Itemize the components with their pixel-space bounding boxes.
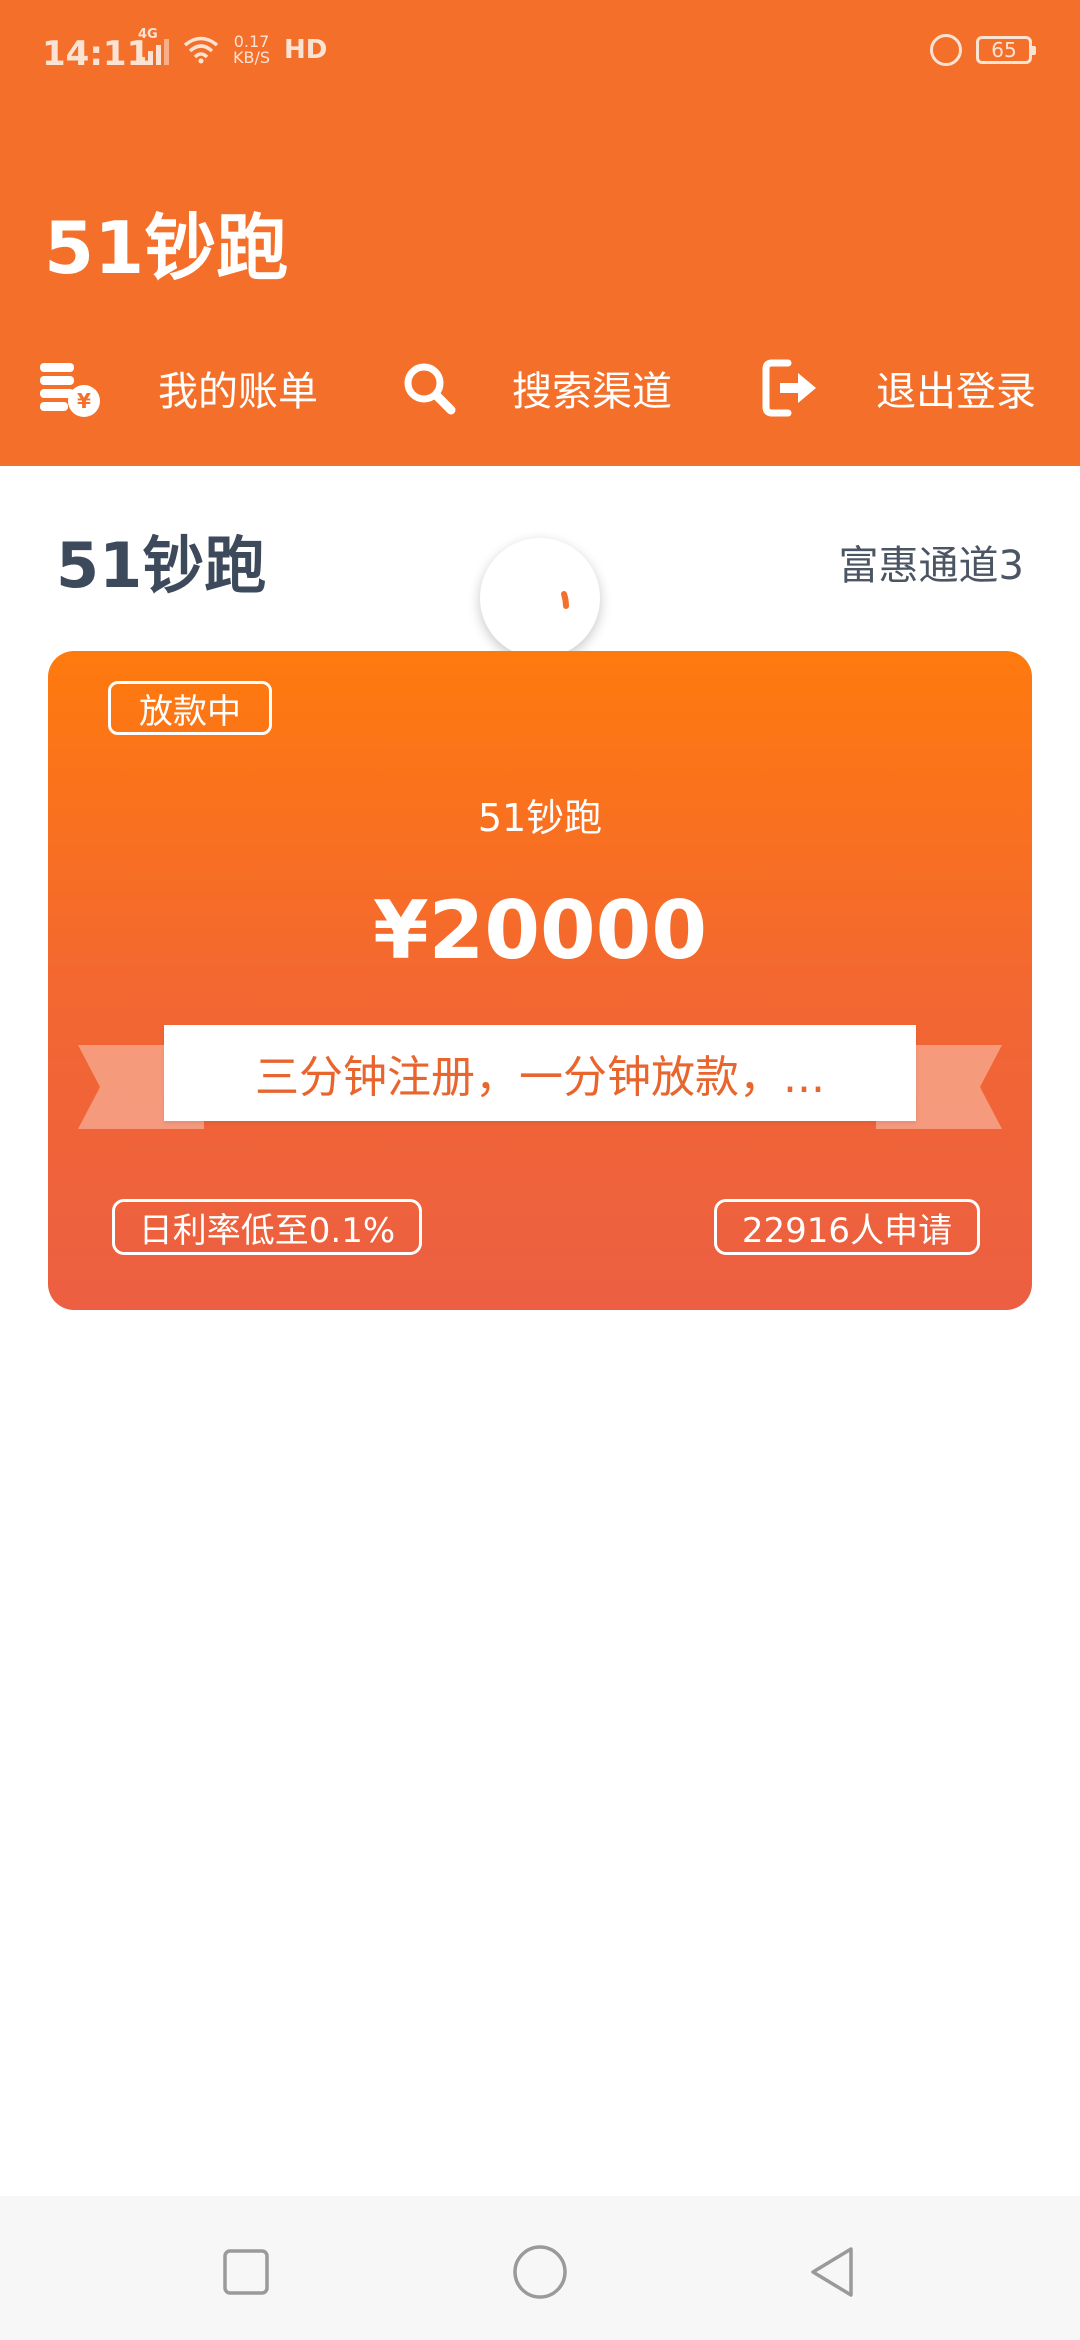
home-button[interactable]	[510, 2242, 570, 2302]
system-nav-bar	[0, 2196, 1080, 2340]
nav-my-bills[interactable]: ¥ 我的账单	[36, 350, 318, 426]
nav-logout-label: 退出登录	[876, 369, 1036, 415]
nav-my-bills-label: 我的账单	[158, 369, 318, 415]
spinner-arc-icon	[561, 591, 569, 609]
battery-icon: 65	[976, 36, 1036, 64]
status-badge: 放款中	[108, 681, 272, 735]
circle-icon	[513, 2245, 567, 2299]
loading-spinner	[480, 538, 600, 658]
network-speed: 0.17 KB/S	[233, 32, 271, 67]
battery-level: 65	[991, 38, 1017, 62]
applicants-chip: 22916人申请	[714, 1199, 980, 1255]
section-title: 51钞跑	[56, 529, 267, 602]
app-header: 14:11 4G 0.17 KB/S HD 65 51钞跑 ¥ 我的账单 搜索渠…	[0, 0, 1080, 466]
nav-logout[interactable]: 退出登录	[756, 350, 1036, 426]
recent-apps-button[interactable]	[216, 2242, 276, 2302]
wifi-icon	[183, 36, 219, 64]
svg-text:¥: ¥	[77, 389, 91, 413]
rate-chip: 日利率低至0.1%	[112, 1199, 422, 1255]
cellular-signal-icon: 4G	[138, 27, 169, 65]
channel-label[interactable]: 富惠通道3	[839, 538, 1024, 594]
triangle-back-icon	[811, 2247, 853, 2297]
product-name: 51钞跑	[477, 796, 603, 840]
rotation-lock-icon	[930, 34, 962, 66]
loan-product-card[interactable]: 放款中 51钞跑 ¥20000 三分钟注册，一分钟放款，... 日利率低至0.1…	[48, 651, 1032, 1310]
app-title: 51钞跑	[44, 206, 289, 290]
square-icon	[223, 2249, 269, 2295]
header-nav: ¥ 我的账单 搜索渠道 退出登录	[0, 350, 1080, 426]
network-type: 4G	[138, 27, 158, 42]
back-button[interactable]	[802, 2242, 862, 2302]
nav-search-channel[interactable]: 搜索渠道	[396, 350, 672, 426]
hd-voice-icon: HD	[284, 35, 328, 65]
status-icons: 4G 0.17 KB/S HD	[138, 27, 328, 67]
bill-coins-icon: ¥	[36, 355, 102, 421]
status-right: 65	[930, 34, 1036, 66]
nav-search-channel-label: 搜索渠道	[512, 369, 672, 415]
loan-amount: ¥20000	[373, 884, 707, 977]
status-bar: 14:11 4G 0.17 KB/S HD 65	[0, 0, 1080, 110]
status-time: 14:11	[42, 34, 151, 74]
logout-icon	[756, 355, 822, 421]
search-icon	[396, 355, 462, 421]
slogan-banner: 三分钟注册，一分钟放款，...	[164, 1025, 916, 1121]
